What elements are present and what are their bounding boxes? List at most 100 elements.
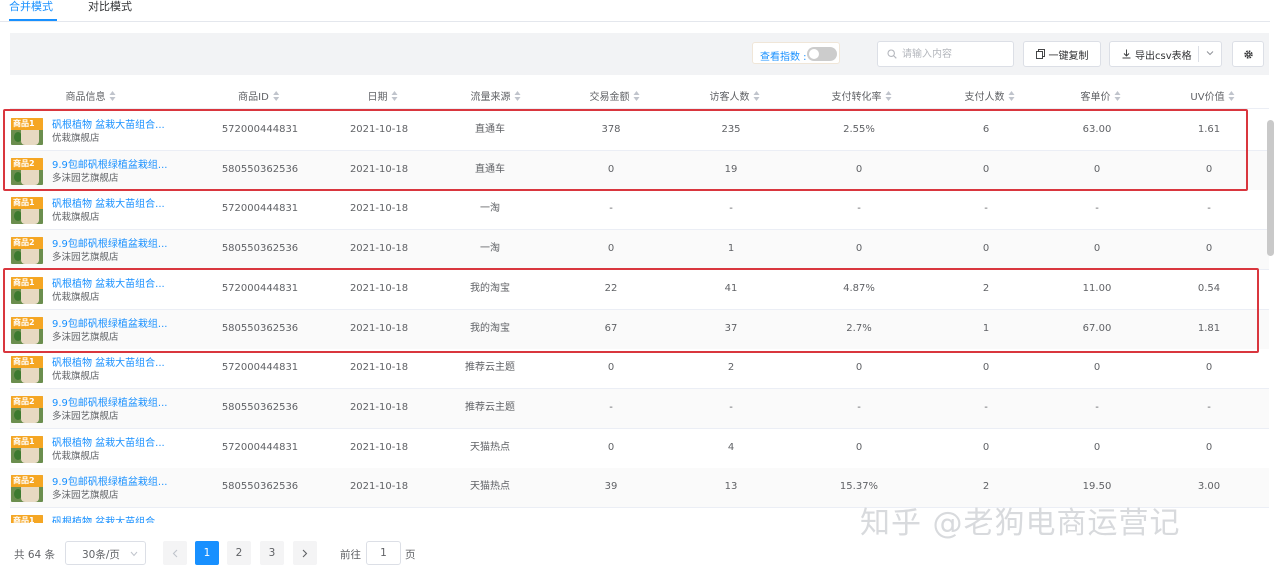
page-button-3[interactable]: 3 [260, 541, 284, 565]
cell-transaction-amount: 378 [601, 124, 621, 135]
product-name-link[interactable]: 9.9包邮矾根绿植盆栽组... [52, 239, 167, 251]
sort-icon[interactable] [1008, 90, 1016, 101]
product-thumbnail[interactable]: 商品1 [11, 356, 43, 384]
sort-icon[interactable] [885, 90, 893, 101]
cell-avg-order-value: 67.00 [1082, 322, 1112, 334]
product-thumbnail[interactable]: 商品2 [11, 475, 43, 503]
cell-uv-value: - [1207, 401, 1211, 413]
column-header-transaction-amount[interactable]: 交易金额 [590, 88, 641, 103]
column-header-product-id[interactable]: 商品ID [238, 88, 280, 103]
plant-pot [21, 407, 39, 423]
product-thumbnail[interactable]: 商品2 [11, 316, 43, 344]
settings-button[interactable] [1232, 41, 1264, 67]
product-thumbnail[interactable]: 商品1 [11, 118, 43, 145]
table-header: 商品信息 商品ID 日期 流量来源 交易金额 访客人数 支付转化率 支付人数 客… [10, 81, 1269, 109]
page-button-1[interactable]: 1 [195, 541, 219, 565]
column-header-label: UV价值 [1190, 92, 1225, 103]
mode-tabs: 合并模式 对比模式 [0, 0, 1270, 22]
cell-transaction-amount: 0 [607, 163, 615, 175]
shop-name: 优栽旗舰店 [52, 371, 100, 383]
shop-name: 优栽旗舰店 [52, 133, 100, 144]
column-header-uv-value[interactable]: UV价值 [1190, 88, 1235, 103]
product-thumbnail[interactable]: 商品1 [11, 276, 43, 304]
search-box [877, 41, 1014, 67]
product-badge: 商品2 [13, 158, 35, 168]
cell-transaction-amount: - [609, 203, 613, 215]
sort-icon[interactable] [272, 90, 280, 101]
column-header-product-info[interactable]: 商品信息 [66, 88, 117, 103]
column-header-label: 商品ID [238, 92, 269, 103]
page-size-select[interactable]: 30条/页 [65, 541, 146, 565]
cell-conversion-rate: 0 [855, 362, 863, 374]
cell-uv-value: 0 [1205, 362, 1213, 374]
cell-visitors: 13 [724, 481, 738, 493]
cell-avg-order-value: 0 [1093, 441, 1101, 453]
cell-buyers: 2 [982, 282, 990, 294]
product-name-link[interactable]: 矾根植物 盆栽大苗组合... [52, 120, 165, 132]
copy-icon [1035, 49, 1045, 59]
plant-pot [21, 368, 39, 384]
cell-traffic-source: 我的淘宝 [470, 322, 510, 334]
page-button-2[interactable]: 2 [227, 541, 251, 565]
product-thumbnail[interactable]: 商品1 [11, 197, 43, 225]
product-name-link[interactable]: 矾根植物 盆栽大苗组合... [52, 517, 165, 523]
tab-compare-mode[interactable]: 对比模式 [88, 0, 132, 13]
product-name-link[interactable]: 矾根植物 盆栽大苗组合... [52, 199, 165, 211]
search-input[interactable] [902, 47, 1007, 61]
cell-traffic-source: 一淘 [480, 243, 500, 255]
cell-visitors: 2 [727, 362, 735, 374]
column-header-conversion-rate[interactable]: 支付转化率 [832, 88, 893, 103]
cell-conversion-rate: - [857, 203, 861, 215]
sort-icon[interactable] [1114, 90, 1122, 101]
sort-icon[interactable] [753, 90, 761, 101]
product-thumbnail[interactable]: 商品2 [11, 237, 43, 265]
product-name-link[interactable]: 9.9包邮矾根绿植盆栽组... [52, 160, 167, 172]
column-header-avg-order-value[interactable]: 客单价 [1081, 88, 1122, 103]
product-thumbnail[interactable]: 商品1 [11, 515, 43, 523]
product-name-link[interactable]: 9.9包邮矾根绿植盆栽组... [52, 319, 167, 331]
product-name-link[interactable]: 矾根植物 盆栽大苗组合... [52, 438, 165, 450]
goto-page-input[interactable] [366, 541, 401, 565]
column-header-visitors[interactable]: 访客人数 [710, 88, 761, 103]
product-name-link[interactable]: 矾根植物 盆栽大苗组合... [52, 279, 165, 291]
cell-traffic-source: 直通车 [475, 163, 505, 175]
product-thumbnail[interactable]: 商品1 [11, 435, 43, 463]
cell-visitors: 41 [724, 282, 738, 294]
plant-pot [21, 249, 39, 265]
cell-buyers: 0 [982, 243, 990, 255]
sort-icon[interactable] [391, 90, 399, 101]
vertical-scrollbar[interactable] [1267, 120, 1274, 256]
sort-icon[interactable] [109, 90, 117, 101]
column-header-label: 访客人数 [709, 92, 750, 103]
product-badge: 商品2 [13, 238, 35, 248]
cell-date: 2021-10-18 [349, 401, 409, 413]
product-name-link[interactable]: 矾根植物 盆栽大苗组合... [52, 358, 165, 370]
export-csv-button[interactable]: 导出csv表格 [1109, 41, 1222, 67]
shop-name: 多沫园艺旗舰店 [52, 490, 119, 502]
product-name-link[interactable]: 9.9包邮矾根绿植盆栽组... [52, 398, 167, 410]
tab-merge-mode[interactable]: 合并模式 [9, 0, 53, 13]
product-name-link[interactable]: 9.9包邮矾根绿植盆栽组... [52, 477, 167, 489]
column-header-date[interactable]: 日期 [368, 88, 399, 103]
cell-uv-value: 1.61 [1197, 124, 1221, 135]
cell-avg-order-value: 63.00 [1082, 124, 1112, 135]
copy-button[interactable]: 一键复制 [1023, 41, 1101, 67]
column-header-label: 支付人数 [964, 92, 1005, 103]
sort-icon[interactable] [633, 90, 641, 101]
column-header-traffic-source[interactable]: 流量来源 [471, 88, 522, 103]
product-thumbnail[interactable]: 商品2 [11, 395, 43, 423]
index-toggle-switch[interactable] [807, 47, 837, 61]
page-size-value: 30条/页 [82, 549, 120, 561]
cell-buyers: 0 [982, 441, 990, 453]
sort-icon[interactable] [1228, 90, 1236, 101]
next-page-button[interactable] [293, 541, 317, 565]
product-thumbnail[interactable]: 商品2 [11, 157, 43, 185]
column-header-buyers[interactable]: 支付人数 [965, 88, 1016, 103]
chevron-down-icon[interactable] [1206, 49, 1214, 57]
sort-icon[interactable] [514, 90, 522, 101]
cell-uv-value: 0.54 [1197, 282, 1221, 294]
cell-traffic-source: 直通车 [475, 124, 505, 135]
cell-uv-value: 0 [1205, 163, 1213, 175]
cell-visitors: 1 [727, 243, 735, 255]
prev-page-button[interactable] [163, 541, 187, 565]
